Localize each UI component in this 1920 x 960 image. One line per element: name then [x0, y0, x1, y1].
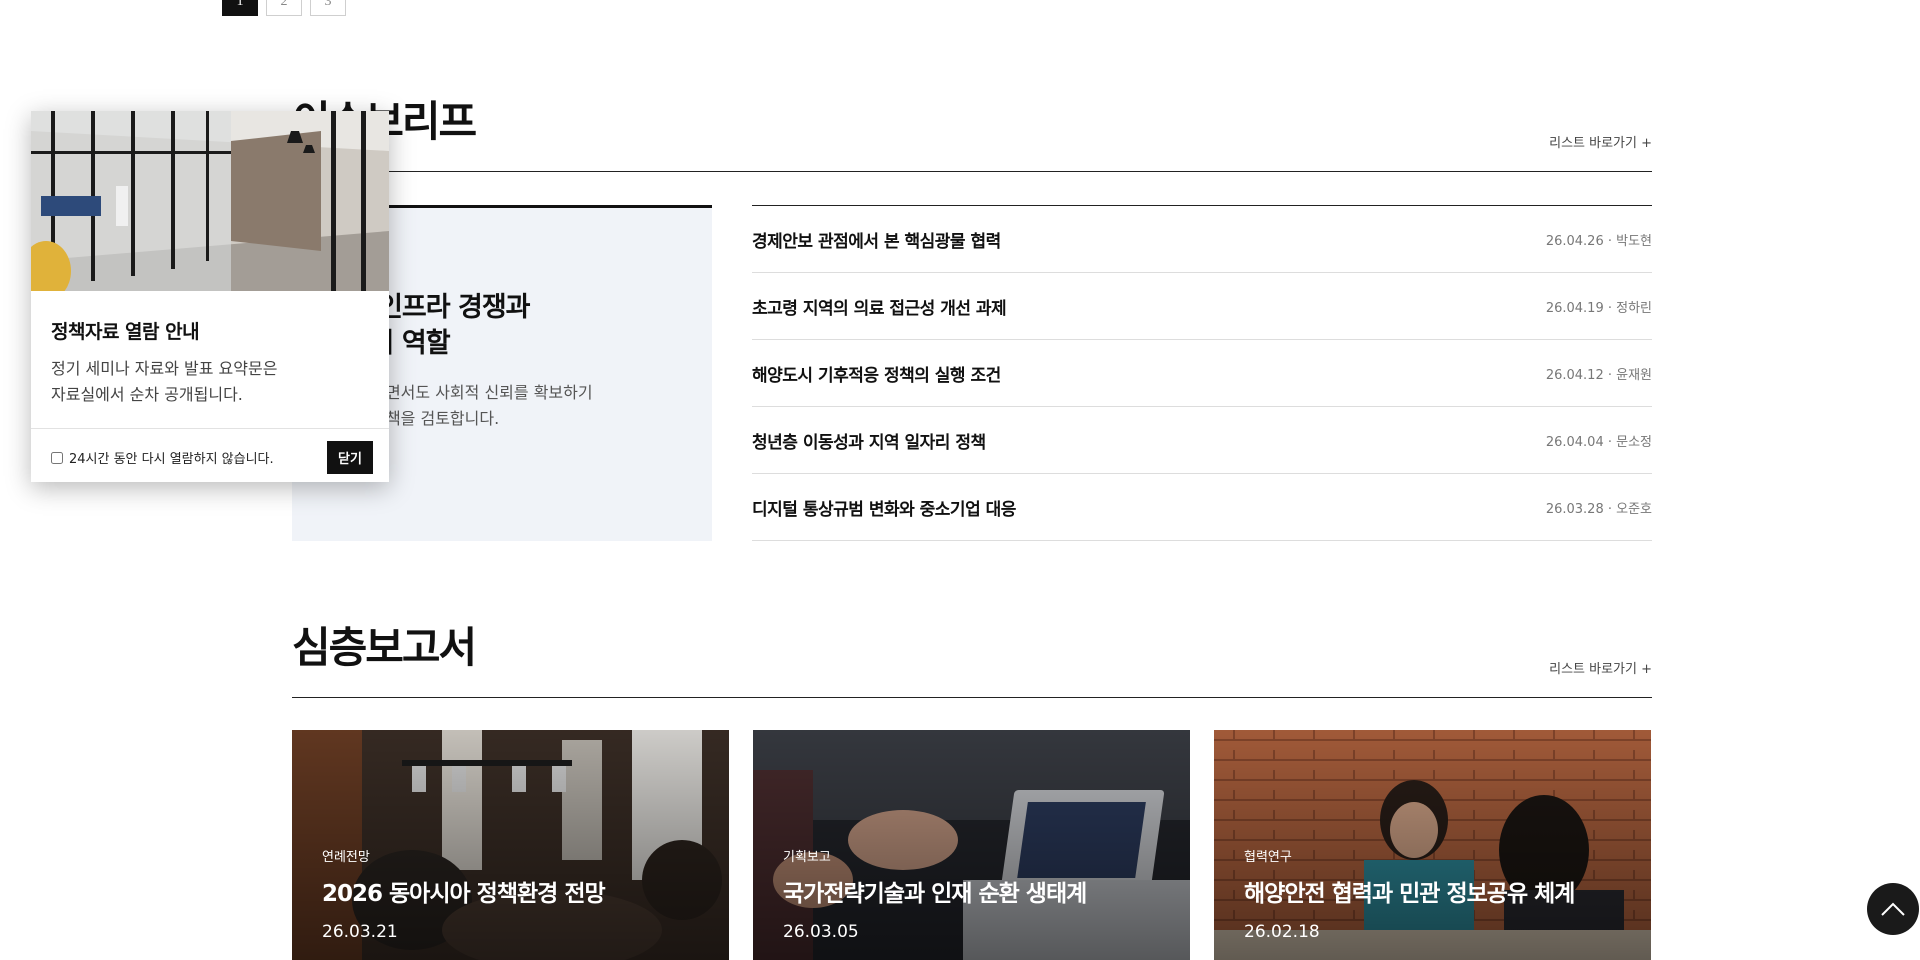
brief-list: 경제안보 관점에서 본 핵심광물 협력 26.04.26 · 박도현 초고령 지…: [752, 205, 1652, 541]
page-button-3[interactable]: 3: [310, 0, 346, 16]
list-item-title: 청년층 이동성과 지역 일자리 정책: [752, 432, 986, 453]
notice-popup: 정책자료 열람 안내 정기 세미나 자료와 발표 요약문은 자료실에서 순차 공…: [31, 111, 389, 482]
card-title: 해양안전 협력과 민관 정보공유 체계: [1244, 881, 1575, 907]
list-item-title: 경제안보 관점에서 본 핵심광물 협력: [752, 231, 1001, 252]
list-item-meta: 26.03.28 · 오준호: [1545, 501, 1652, 517]
dont-show-again-option[interactable]: 24시간 동안 다시 열람하지 않습니다.: [51, 448, 274, 467]
list-item[interactable]: 경제안보 관점에서 본 핵심광물 협력 26.04.26 · 박도현: [752, 206, 1652, 273]
list-item-meta: 26.04.04 · 문소정: [1545, 434, 1652, 450]
list-item[interactable]: 초고령 지역의 의료 접근성 개선 과제 26.04.19 · 정하린: [752, 273, 1652, 340]
list-item-title: 초고령 지역의 의료 접근성 개선 과제: [752, 298, 1007, 319]
list-item[interactable]: 해양도시 기후적응 정책의 실행 조건 26.04.12 · 윤재원: [752, 340, 1652, 407]
deep-report-section: 심층보고서 리스트 바로가기 + 연례전망 2026 동아시아 정책환경 전망 …: [292, 618, 1652, 960]
list-item-meta: 26.04.19 · 정하린: [1545, 300, 1652, 316]
list-link[interactable]: 리스트 바로가기 +: [1549, 658, 1652, 677]
page-button-1[interactable]: 1: [222, 0, 258, 16]
list-link[interactable]: 리스트 바로가기 +: [1549, 132, 1652, 151]
report-card[interactable]: 기획보고 국가전략기술과 인재 순환 생태계 26.03.05: [753, 730, 1190, 960]
issue-brief-section: 이슈브리프 리스트 바로가기 + 이슈브리프 지능 인프라 경쟁과 투자의 역할…: [292, 92, 1652, 541]
popup-desc-line: 자료실에서 순차 공개됩니다.: [51, 385, 243, 404]
card-category: 연례전망: [322, 850, 370, 865]
card-category: 기획보고: [783, 850, 831, 865]
scroll-top-button[interactable]: [1867, 883, 1919, 935]
report-card[interactable]: 협력연구 해양안전 협력과 민관 정보공유 체계 26.02.18: [1214, 730, 1651, 960]
dont-show-again-checkbox[interactable]: [51, 451, 63, 464]
report-cards: 연례전망 2026 동아시아 정책환경 전망 26.03.21 기획보고 국가전…: [292, 730, 1652, 960]
report-card[interactable]: 연례전망 2026 동아시아 정책환경 전망 26.03.21: [292, 730, 729, 960]
card-category: 협력연구: [1244, 850, 1292, 865]
section-header: 심층보고서 리스트 바로가기 +: [292, 618, 1652, 698]
page-button-2[interactable]: 2: [266, 0, 302, 16]
dont-show-again-label: 24시간 동안 다시 열람하지 않습니다.: [69, 452, 274, 467]
popup-title: 정책자료 열람 안내: [51, 321, 200, 343]
list-item-title: 디지털 통상규범 변화와 중소기업 대응: [752, 499, 1016, 520]
list-item[interactable]: 디지털 통상규범 변화와 중소기업 대응 26.03.28 · 오준호: [752, 474, 1652, 541]
office-corridor-image: [31, 111, 389, 301]
card-title: 국가전략기술과 인재 순환 생태계: [783, 881, 1087, 907]
list-item-meta: 26.04.26 · 박도현: [1545, 233, 1652, 249]
section-header: 이슈브리프 리스트 바로가기 +: [292, 92, 1652, 172]
popup-close-button[interactable]: 닫기: [327, 441, 373, 474]
pagination: 1 2 3: [222, 0, 346, 16]
chevron-up-icon: [1881, 902, 1905, 916]
popup-footer: 24시간 동안 다시 열람하지 않습니다. 닫기: [31, 428, 389, 482]
card-date: 26.03.05: [783, 922, 859, 942]
list-item-meta: 26.04.12 · 윤재원: [1545, 367, 1652, 383]
list-item[interactable]: 청년층 이동성과 지역 일자리 정책 26.04.04 · 문소정: [752, 407, 1652, 474]
card-date: 26.03.21: [322, 922, 398, 942]
section-title: 심층보고서: [292, 623, 477, 672]
list-item-title: 해양도시 기후적응 정책의 실행 조건: [752, 365, 1001, 386]
card-title: 2026 동아시아 정책환경 전망: [322, 881, 606, 907]
popup-description: 정기 세미나 자료와 발표 요약문은 자료실에서 순차 공개됩니다.: [51, 356, 311, 408]
card-date: 26.02.18: [1244, 922, 1320, 942]
popup-desc-line: 정기 세미나 자료와 발표 요약문은: [51, 359, 278, 378]
